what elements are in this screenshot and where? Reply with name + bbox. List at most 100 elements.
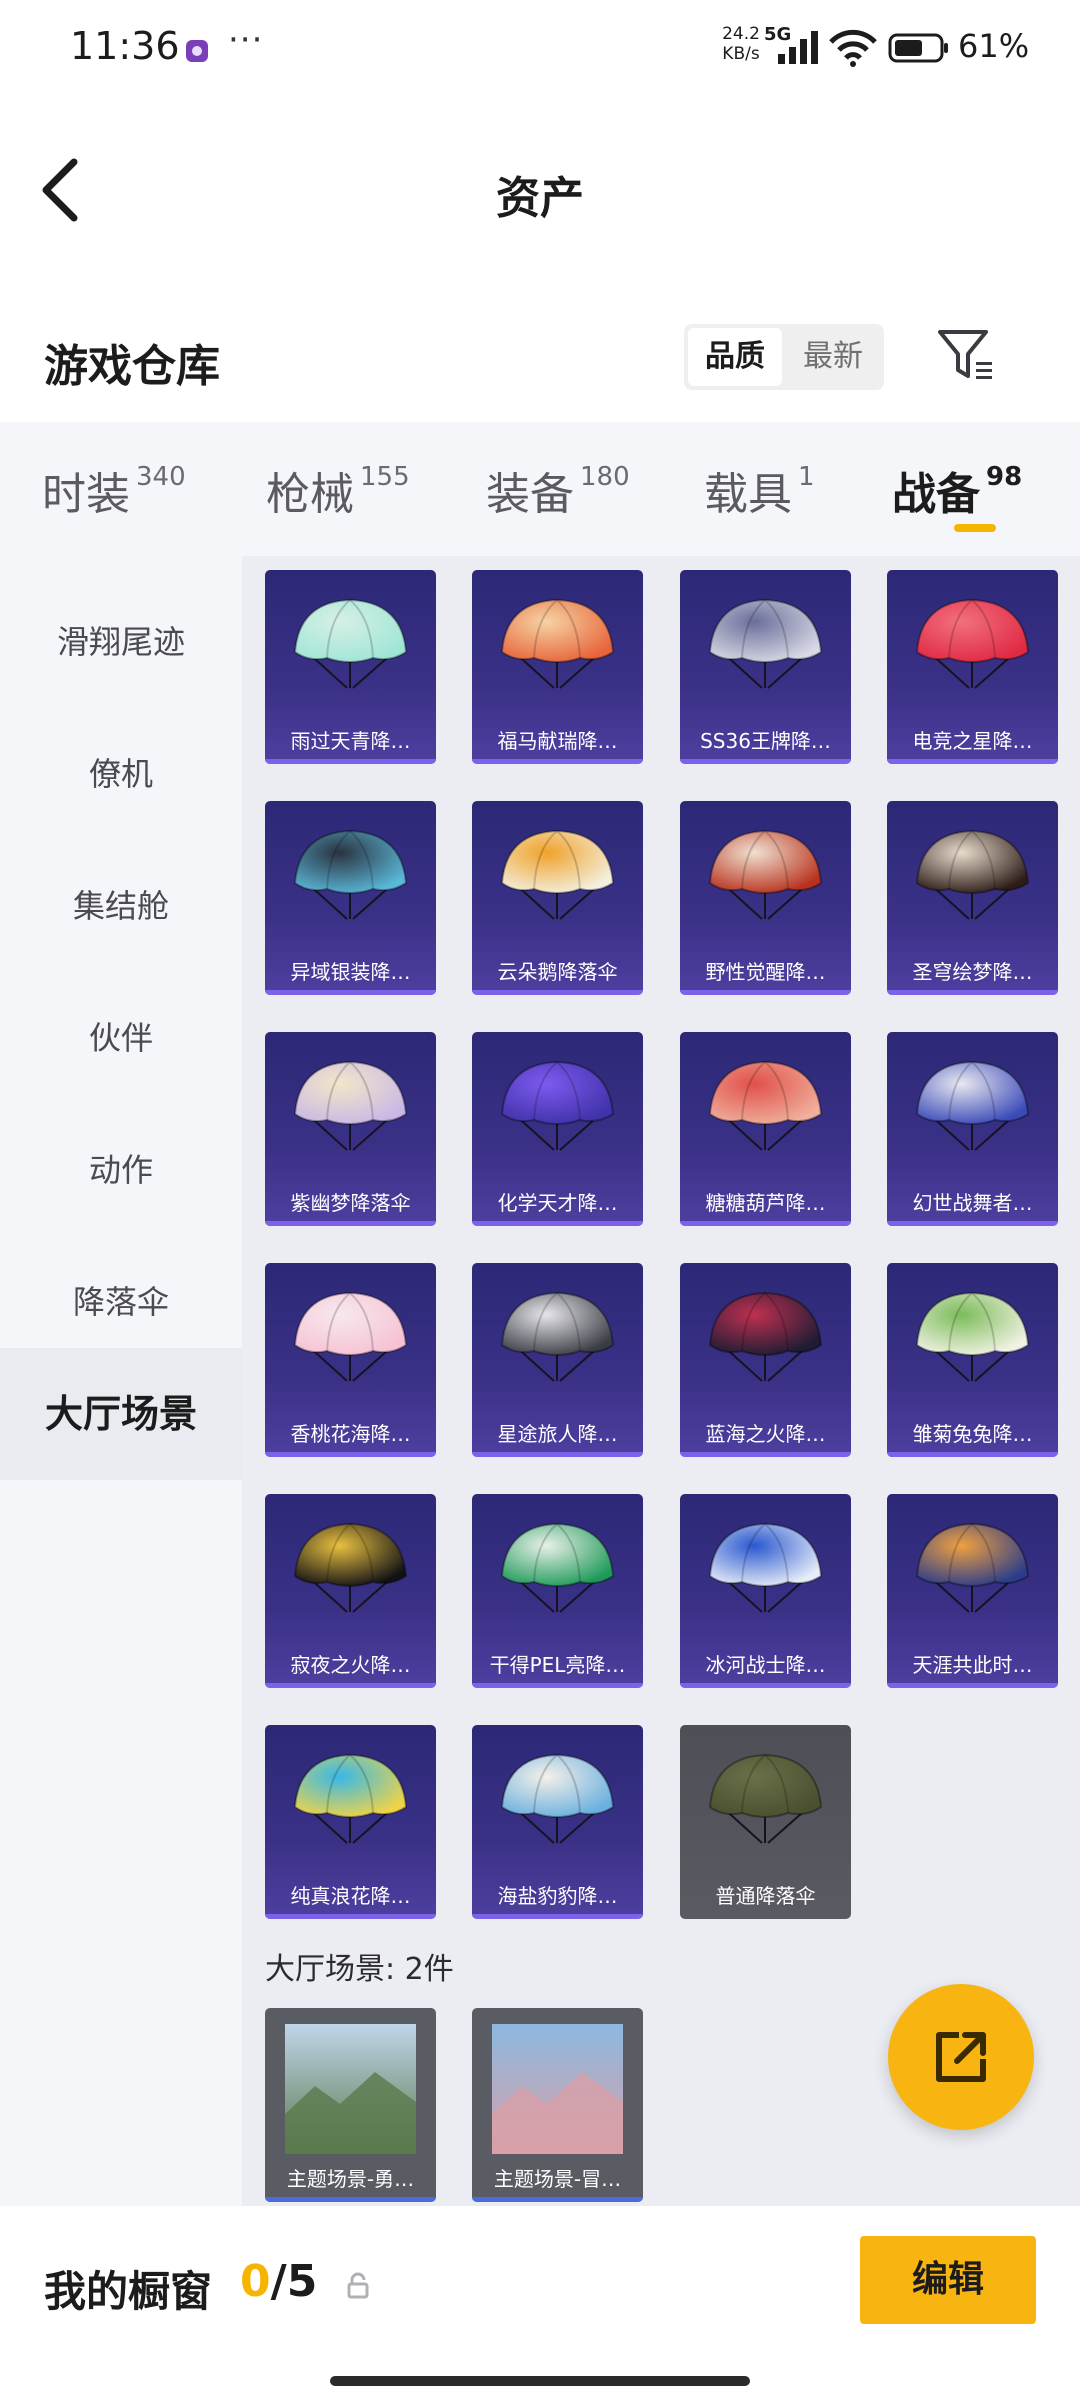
tab-fashion[interactable]: 时装 340 bbox=[42, 458, 186, 520]
sidebar-item-emote[interactable]: 动作 bbox=[0, 1104, 242, 1236]
card-label: 香桃花海降… bbox=[290, 1422, 411, 1446]
parachute-icon bbox=[915, 829, 1030, 920]
lobby-scene-card[interactable]: 主题场景-冒… bbox=[472, 2008, 643, 2202]
card-label: 冰河战士降… bbox=[705, 1653, 826, 1677]
parachute-icon bbox=[708, 1291, 823, 1382]
parachute-icon bbox=[915, 1291, 1030, 1382]
parachute-card[interactable]: 星途旅人降… bbox=[472, 1263, 643, 1457]
parachute-icon bbox=[708, 1060, 823, 1151]
parachute-card[interactable]: 电竞之星降… bbox=[887, 570, 1058, 764]
network-speed-value: 24.2 bbox=[722, 24, 760, 44]
category-tabs: 时装 340 枪械 155 装备 180 载具 1 战备 98 bbox=[0, 422, 1080, 556]
showcase-count: 0/5 bbox=[240, 2256, 317, 2307]
parachute-card[interactable]: 纯真浪花降… bbox=[265, 1725, 436, 1919]
lock-icon bbox=[347, 2272, 369, 2299]
section-title: 游戏仓库 bbox=[44, 341, 220, 392]
sort-newest-button[interactable]: 最新 bbox=[786, 328, 880, 386]
parachute-icon bbox=[500, 1522, 615, 1613]
parachute-card[interactable]: 糖糖葫芦降… bbox=[680, 1032, 851, 1226]
parachute-card[interactable]: 干得PEL亮降… bbox=[472, 1494, 643, 1688]
parachute-card[interactable]: 圣穹绘梦降… bbox=[887, 801, 1058, 995]
card-label: 云朵鹅降落伞 bbox=[497, 960, 618, 984]
share-button[interactable] bbox=[888, 1984, 1034, 2130]
tab-equipment[interactable]: 装备 180 bbox=[486, 458, 630, 520]
parachute-icon bbox=[708, 1753, 823, 1844]
sidebar-item-assembly-pod[interactable]: 集结舱 bbox=[0, 840, 242, 972]
tab-count: 1 bbox=[798, 462, 815, 492]
card-label: 幻世战舞者… bbox=[912, 1191, 1033, 1215]
page-title: 资产 bbox=[496, 173, 584, 224]
tab-guns[interactable]: 枪械 155 bbox=[266, 458, 410, 520]
card-label: 星途旅人降… bbox=[497, 1422, 618, 1446]
card-label: SS36王牌降… bbox=[700, 729, 831, 753]
parachute-card[interactable]: 蓝海之火降… bbox=[680, 1263, 851, 1457]
tab-label: 枪械 bbox=[266, 469, 354, 520]
parachute-card[interactable]: 冰河战士降… bbox=[680, 1494, 851, 1688]
parachute-icon bbox=[915, 1060, 1030, 1151]
parachute-icon bbox=[500, 598, 615, 689]
status-bar: 11:36 ··· 24.2 KB/s 5G 61% bbox=[0, 0, 1080, 100]
parachute-card[interactable]: 福马献瑞降… bbox=[472, 570, 643, 764]
parachute-icon bbox=[708, 598, 823, 689]
card-label: 干得PEL亮降… bbox=[489, 1653, 626, 1677]
showcase-bar: 我的橱窗 0/5 编辑 bbox=[0, 2206, 1080, 2400]
sort-toggle: 品质 最新 bbox=[684, 324, 884, 390]
parachute-card[interactable]: 异域银装降… bbox=[265, 801, 436, 995]
tab-vehicles[interactable]: 载具 1 bbox=[704, 458, 815, 520]
parachute-card[interactable]: 普通降落伞 bbox=[680, 1725, 851, 1919]
card-label: 雏菊兔兔降… bbox=[912, 1422, 1033, 1446]
card-label: 紫幽梦降落伞 bbox=[290, 1191, 411, 1215]
tab-count: 155 bbox=[360, 462, 410, 492]
lobby-scene-card[interactable]: 主题场景-勇… bbox=[265, 2008, 436, 2202]
parachute-card[interactable]: 雏菊兔兔降… bbox=[887, 1263, 1058, 1457]
parachute-icon bbox=[293, 598, 408, 689]
active-tab-indicator bbox=[954, 524, 996, 532]
parachute-card[interactable]: 化学天才降… bbox=[472, 1032, 643, 1226]
parachute-icon bbox=[293, 1522, 408, 1613]
battery-icon bbox=[888, 33, 948, 63]
status-time: 11:36 bbox=[70, 24, 180, 68]
parachute-card[interactable]: 雨过天青降… bbox=[265, 570, 436, 764]
parachute-card[interactable]: 寂夜之火降… bbox=[265, 1494, 436, 1688]
sidebar-item-partner[interactable]: 伙伴 bbox=[0, 972, 242, 1104]
parachute-icon bbox=[293, 1291, 408, 1382]
tab-label: 装备 bbox=[486, 469, 574, 520]
card-label: 异域银装降… bbox=[290, 960, 411, 984]
sidebar-item-glide-trail[interactable]: 滑翔尾迹 bbox=[0, 576, 242, 708]
card-label: 纯真浪花降… bbox=[290, 1884, 411, 1908]
edit-button[interactable]: 编辑 bbox=[860, 2236, 1036, 2324]
tab-count: 340 bbox=[136, 462, 186, 492]
tab-label: 载具 bbox=[704, 469, 792, 520]
scene-thumbnail-image bbox=[285, 2024, 416, 2154]
card-label: 化学天才降… bbox=[497, 1191, 618, 1215]
scene-thumbnail-image bbox=[492, 2024, 623, 2154]
sort-quality-button[interactable]: 品质 bbox=[688, 328, 782, 386]
card-label: 寂夜之火降… bbox=[290, 1653, 411, 1677]
sidebar-item-wingman[interactable]: 僚机 bbox=[0, 708, 242, 840]
filter-icon[interactable] bbox=[934, 324, 998, 388]
sidebar-item-lobby-scene[interactable]: 大厅场景 bbox=[0, 1348, 242, 1480]
tab-battle-prep[interactable]: 战备 98 bbox=[892, 458, 1023, 520]
parachute-card[interactable]: 紫幽梦降落伞 bbox=[265, 1032, 436, 1226]
card-label: 雨过天青降… bbox=[290, 729, 411, 753]
parachute-card[interactable]: 香桃花海降… bbox=[265, 1263, 436, 1457]
wifi-icon bbox=[829, 29, 877, 67]
app-header: 资产 bbox=[0, 100, 1080, 280]
parachute-card[interactable]: 幻世战舞者… bbox=[887, 1032, 1058, 1226]
showcase-count-current: 0 bbox=[240, 2256, 271, 2307]
share-icon bbox=[936, 2032, 986, 2082]
app-notification-icon bbox=[186, 40, 208, 62]
tab-label: 战备 bbox=[892, 469, 980, 520]
sidebar: 滑翔尾迹 僚机 集结舱 伙伴 动作 降落伞 大厅场景 bbox=[0, 556, 242, 2206]
parachute-card[interactable]: 天涯共此时… bbox=[887, 1494, 1058, 1688]
parachute-icon bbox=[293, 829, 408, 920]
parachute-card[interactable]: SS36王牌降… bbox=[680, 570, 851, 764]
tab-count: 98 bbox=[986, 462, 1023, 492]
parachute-icon bbox=[708, 1522, 823, 1613]
parachute-card[interactable]: 海盐豹豹降… bbox=[472, 1725, 643, 1919]
tab-label: 时装 bbox=[42, 469, 130, 520]
more-notifications-icon: ··· bbox=[228, 20, 264, 60]
parachute-card[interactable]: 云朵鹅降落伞 bbox=[472, 801, 643, 995]
parachute-icon bbox=[293, 1753, 408, 1844]
parachute-card[interactable]: 野性觉醒降… bbox=[680, 801, 851, 995]
